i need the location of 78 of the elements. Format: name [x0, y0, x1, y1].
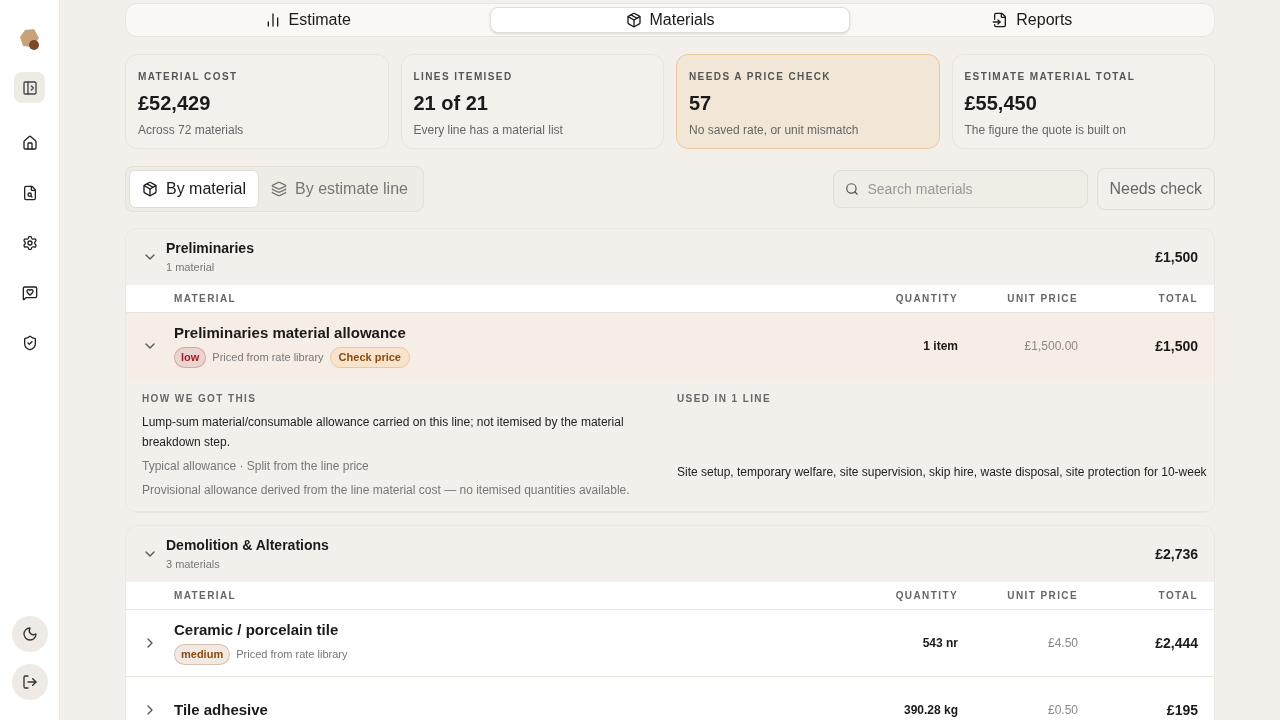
- unit-price-cell-text: £0.50: [1046, 702, 1078, 719]
- unit-price-cell-text: £4.50: [1046, 635, 1078, 652]
- panel-icon: [21, 79, 38, 96]
- column-heading: TOTAL: [1157, 292, 1199, 306]
- column-heading: MATERIAL: [174, 292, 238, 306]
- stat-value: £55,450: [964, 91, 1038, 116]
- stat-label: MATERIAL COST: [138, 70, 239, 84]
- column-heading: MATERIAL: [174, 589, 238, 603]
- check-price-tag: Check price: [329, 347, 410, 368]
- shield-check-icon[interactable]: [21, 335, 38, 351]
- column-heading: UNIT PRICE: [1006, 589, 1078, 603]
- material-name: Tile adhesive: [174, 700, 269, 720]
- document-arrow-icon: [992, 12, 1009, 28]
- group-count: 1 material: [166, 260, 216, 276]
- material-row[interactable]: Preliminaries material allowance low Priced from rate library Check price 1 item £1,500.00 £1,500: [126, 313, 1214, 379]
- tab[interactable]: Reports: [853, 7, 1211, 33]
- stat-value: 21 of 21: [413, 91, 489, 116]
- logo-icon: [18, 28, 41, 52]
- sidebar-toggle-button[interactable]: [14, 72, 45, 103]
- stat-value: £52,429: [138, 91, 212, 116]
- stat-note: The figure the quote is built on: [964, 122, 1127, 139]
- total-cell-text: £2,444: [1154, 633, 1199, 653]
- search-field[interactable]: Search materials: [832, 170, 1088, 208]
- material-row[interactable]: Ceramic / porcelain tile medium Priced from rate library 543 nr £4.50 £2,444: [126, 610, 1214, 676]
- column-heading: QUANTITY: [894, 589, 958, 603]
- layers-icon: [271, 181, 288, 197]
- stat-label: ESTIMATE MATERIAL TOTAL: [964, 70, 1137, 84]
- explanation-text: Lump-sum material/consumable allowance carried on this line; not itemised by the material breakdown step.: [142, 414, 625, 451]
- section-heading: HOW WE GOT THIS: [142, 392, 258, 406]
- group-header[interactable]: Preliminaries 1 material £1,500: [126, 229, 1214, 285]
- quantity-cell-text: 543 nr: [921, 635, 958, 652]
- material-row[interactable]: Tile adhesive 390.28 kg £0.50 £195: [126, 677, 1214, 720]
- confidence-tag: medium: [174, 644, 231, 665]
- column-heading: UNIT PRICE: [1006, 292, 1078, 306]
- home-icon[interactable]: [21, 135, 38, 151]
- dark-mode-button[interactable]: [11, 616, 48, 652]
- basis-text: Typical allowance · Split from the line price: [142, 458, 370, 475]
- group-name: Preliminaries: [166, 239, 254, 259]
- tab[interactable]: Materials: [490, 7, 850, 33]
- price-source: Priced from rate library: [236, 647, 348, 663]
- group-header[interactable]: Demolition & Alterations 3 materials £2,736: [126, 526, 1214, 582]
- quantity-cell-text: 390.28 kg: [902, 702, 958, 719]
- file-search-icon[interactable]: [21, 185, 38, 201]
- total-cell-text: £1,500: [1154, 336, 1199, 356]
- column-heading: QUANTITY: [894, 292, 958, 306]
- group-count: 3 materials: [166, 557, 221, 573]
- package-icon: [625, 12, 642, 28]
- quantity-cell-text: 1 item: [922, 338, 958, 355]
- material-name: Preliminaries material allowance: [174, 324, 407, 344]
- group-total: £1,500: [1155, 247, 1199, 267]
- message-heart-icon[interactable]: [21, 285, 38, 301]
- tab[interactable]: Estimate: [129, 7, 487, 33]
- stat-note: Across 72 materials: [138, 122, 245, 139]
- confidence-tag: low: [174, 347, 207, 368]
- package-icon: [142, 181, 158, 197]
- stat-label: NEEDS A PRICE CHECK: [689, 70, 832, 84]
- section-heading: USED IN 1 LINE: [677, 392, 773, 406]
- logout-button[interactable]: [11, 664, 48, 700]
- needs-check-button[interactable]: Needs check: [1096, 168, 1215, 210]
- group-total: £2,736: [1155, 544, 1199, 564]
- used-line-text: Site setup, temporary welfare, site supervision, skip hire, waste disposal, site protection for 10-week: [677, 464, 1208, 481]
- moon-icon: [21, 626, 38, 642]
- price-source: Priced from rate library: [212, 350, 324, 366]
- stat-value: 57: [689, 91, 713, 116]
- view-toggle-option[interactable]: By material: [129, 170, 260, 208]
- total-cell-text: £195: [1165, 700, 1199, 720]
- logout-icon: [21, 674, 38, 690]
- stat-label: LINES ITEMISED: [413, 70, 514, 84]
- stat-note: No saved rate, or unit mismatch: [689, 122, 860, 139]
- material-name: Ceramic / porcelain tile: [174, 621, 340, 641]
- unit-price-cell-text: £1,500.00: [1023, 338, 1078, 355]
- settings-icon[interactable]: [21, 235, 38, 251]
- view-toggle-option[interactable]: By estimate line: [259, 170, 420, 208]
- stat-note: Every line has a material list: [413, 122, 564, 139]
- search-icon: [844, 182, 859, 196]
- column-heading: TOTAL: [1157, 589, 1199, 603]
- provisional-note: Provisional allowance derived from the line material cost — no itemised quantities available.: [142, 482, 631, 499]
- group-name: Demolition & Alterations: [166, 536, 329, 556]
